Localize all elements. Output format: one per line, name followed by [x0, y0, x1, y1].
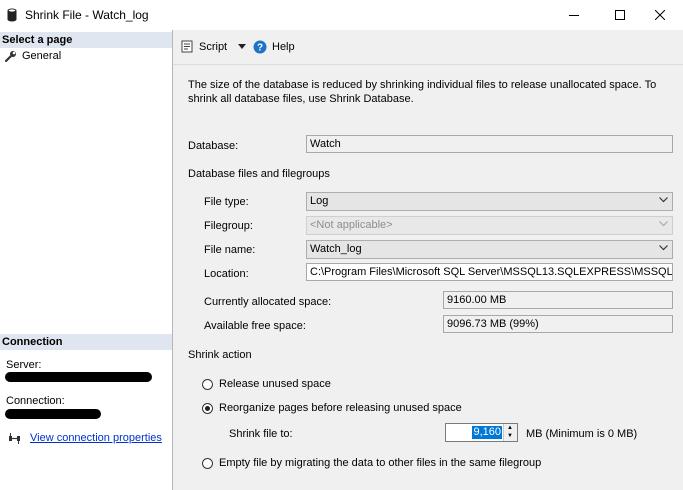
title-bar: Shrink File - Watch_log — [0, 0, 683, 30]
redacted-connection — [5, 409, 101, 419]
chevron-down-icon — [659, 245, 668, 251]
connection-label: Connection: — [6, 395, 65, 407]
minimize-button[interactable] — [551, 0, 597, 30]
file-type-select[interactable]: Log — [306, 192, 673, 211]
script-icon — [181, 40, 193, 53]
file-name-label: File name: — [204, 244, 256, 256]
select-page-heading: Select a page — [0, 32, 172, 48]
server-label: Server: — [6, 359, 42, 371]
left-pane: Select a page General Connection Server:… — [0, 30, 173, 490]
file-type-label: File type: — [204, 196, 249, 208]
release-unused-radio[interactable] — [202, 378, 213, 390]
maximize-icon — [615, 10, 625, 20]
reorganize-option[interactable]: Reorganize pages before releasing unused… — [202, 402, 462, 414]
file-name-select[interactable]: Watch_log — [306, 240, 673, 259]
database-label: Database: — [188, 140, 239, 152]
reorganize-radio[interactable] — [202, 402, 213, 414]
connection-properties-icon — [9, 433, 20, 444]
redacted-server — [5, 372, 152, 382]
release-unused-option[interactable]: Release unused space — [202, 378, 331, 390]
close-icon — [655, 10, 665, 20]
svg-text:?: ? — [257, 43, 263, 54]
script-button[interactable]: Script — [181, 40, 247, 53]
filegroup-select: <Not applicable> — [306, 216, 673, 235]
allocated-space-field: 9160.00 MB — [443, 291, 673, 309]
empty-file-option[interactable]: Empty file by migrating the data to othe… — [202, 457, 541, 469]
database-icon — [7, 8, 17, 22]
minimize-icon — [569, 15, 579, 16]
empty-file-radio[interactable] — [202, 457, 213, 469]
stepper-down-icon[interactable]: ▼ — [507, 433, 513, 439]
shrink-to-stepper[interactable]: 9,160 ▲ ▼ — [445, 423, 518, 442]
database-field: Watch — [306, 135, 673, 153]
wrench-icon — [5, 51, 16, 62]
shrink-to-label: Shrink file to: — [229, 428, 293, 440]
toolbar: Script ? Help — [173, 30, 683, 65]
chevron-down-icon — [659, 197, 668, 203]
help-label: Help — [272, 41, 295, 53]
shrink-to-unit: MB (Minimum is 0 MB) — [526, 428, 638, 440]
allocated-space-label: Currently allocated space: — [204, 296, 332, 308]
close-button[interactable] — [637, 0, 683, 30]
empty-file-label: Empty file by migrating the data to othe… — [219, 457, 542, 469]
help-icon: ? — [253, 40, 267, 54]
page-item-general[interactable]: General — [5, 50, 61, 62]
shrink-action-heading: Shrink action — [188, 349, 252, 361]
free-space-field: 9096.73 MB (99%) — [443, 315, 673, 333]
help-button[interactable]: ? Help — [253, 40, 295, 54]
release-unused-label: Release unused space — [219, 378, 331, 390]
page-item-label: General — [22, 50, 62, 62]
location-field[interactable]: C:\Program Files\Microsoft SQL Server\MS… — [306, 263, 673, 281]
dropdown-arrow-icon[interactable] — [238, 44, 247, 49]
filegroup-label: Filegroup: — [204, 220, 253, 232]
view-connection-link[interactable]: View connection properties — [30, 432, 162, 444]
stepper-buttons: ▲ ▼ — [503, 424, 517, 441]
stepper-up-icon[interactable]: ▲ — [507, 425, 513, 431]
shrink-to-value[interactable]: 9,160 — [472, 426, 502, 439]
script-label: Script — [199, 40, 228, 53]
main-pane: Script ? Help The size of the database i… — [173, 30, 683, 490]
file-type-value: Log — [310, 195, 329, 207]
window-title: Shrink File - Watch_log — [25, 8, 149, 22]
description-text: The size of the database is reduced by s… — [188, 79, 657, 105]
connection-heading: Connection — [0, 334, 172, 350]
view-connection-properties[interactable]: View connection properties — [8, 432, 162, 444]
reorganize-label: Reorganize pages before releasing unused… — [219, 402, 462, 414]
file-name-value: Watch_log — [310, 243, 362, 255]
chevron-down-icon — [659, 221, 668, 227]
location-label: Location: — [204, 268, 249, 280]
files-group-heading: Database files and filegroups — [188, 168, 330, 180]
filegroup-value: <Not applicable> — [310, 219, 393, 231]
free-space-label: Available free space: — [204, 320, 306, 332]
